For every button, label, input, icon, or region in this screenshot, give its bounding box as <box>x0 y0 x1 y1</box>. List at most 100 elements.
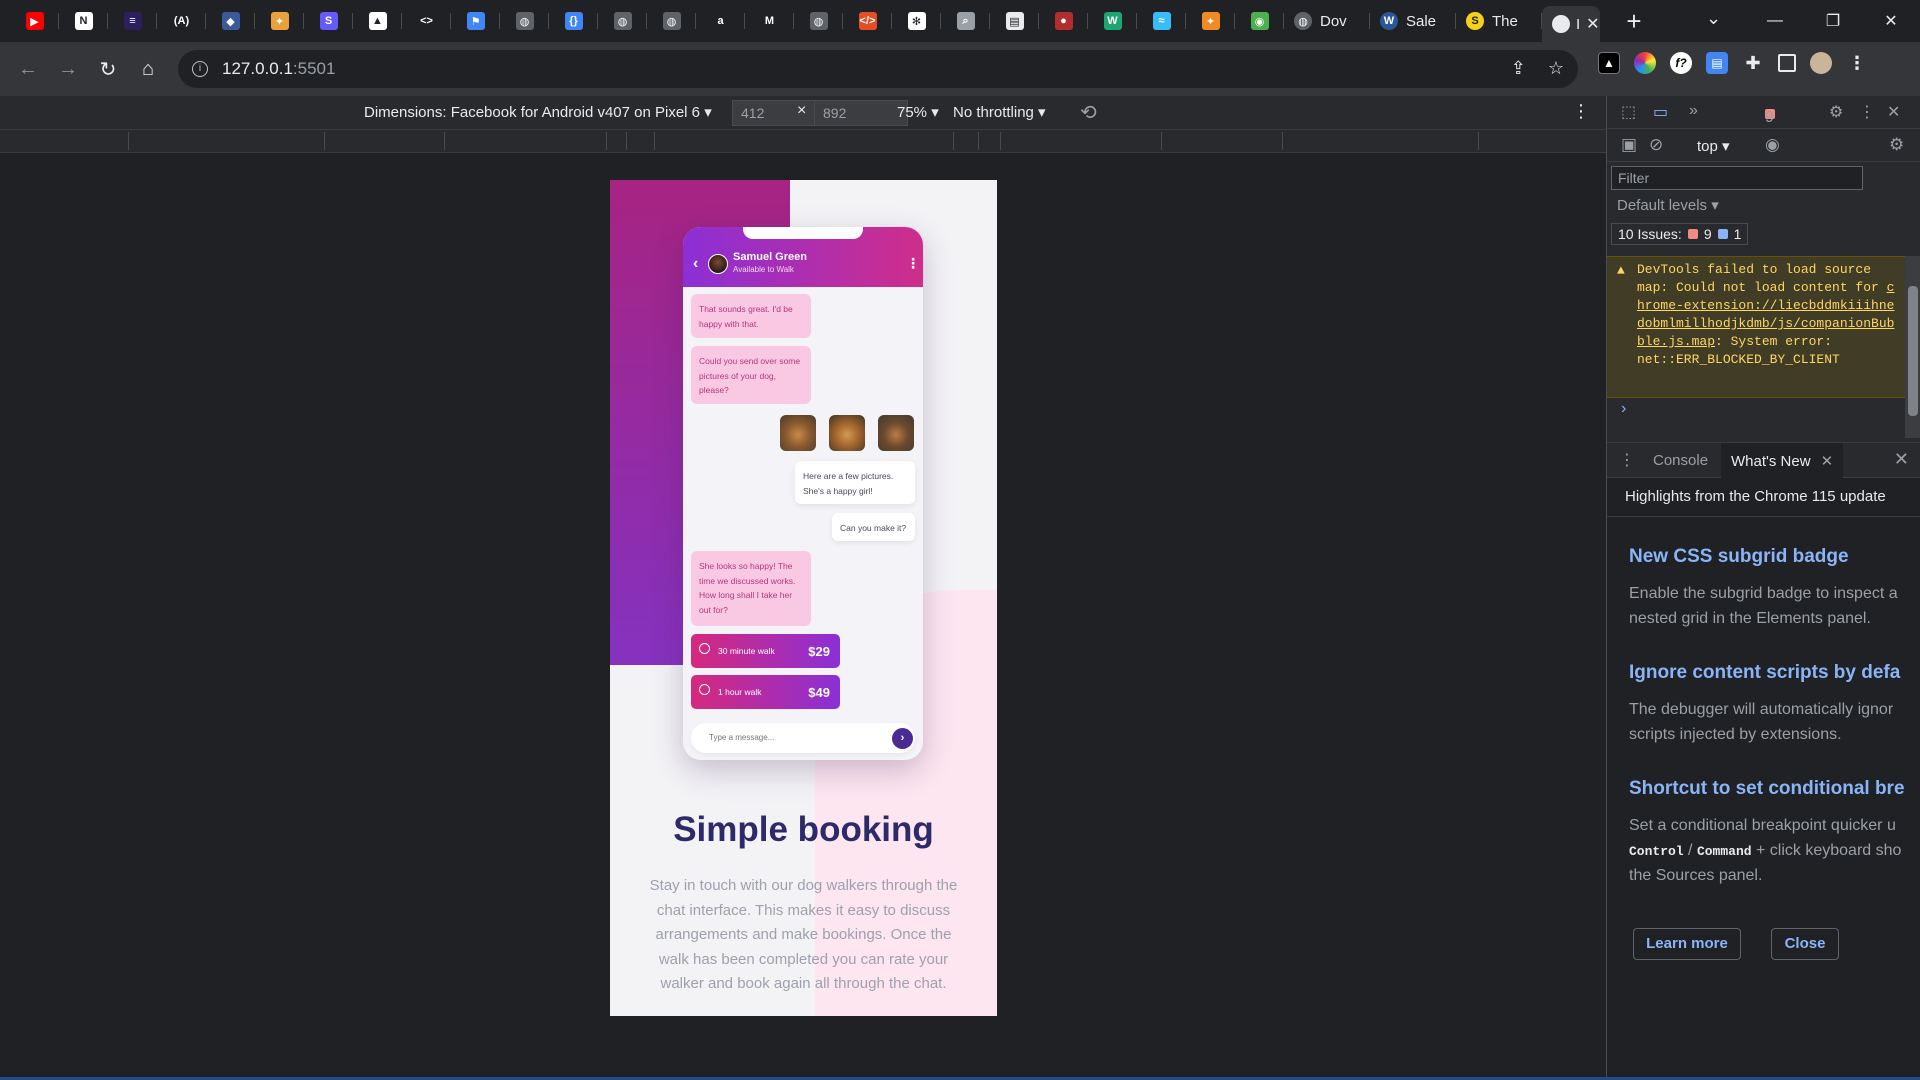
walk-option-1-hour[interactable]: 1 hour walk $49 <box>691 675 840 709</box>
share-icon[interactable]: ⇪ <box>1511 58 1526 79</box>
feature-heading[interactable]: Ignore content scripts by defa <box>1629 662 1900 684</box>
drawer-close-icon[interactable]: ✕ <box>1894 449 1909 470</box>
reload-icon[interactable]: ↻ <box>88 49 128 89</box>
browser-tab[interactable]: ◉ <box>1235 0 1284 42</box>
puzzle-extensions-icon[interactable]: ✚ <box>1742 52 1764 74</box>
browser-tab[interactable]: ⌕ <box>941 0 990 42</box>
feature-heading[interactable]: Shortcut to set conditional bre <box>1629 778 1905 800</box>
browser-tab[interactable]: a <box>696 0 745 42</box>
browser-tab[interactable]: S The <box>1456 0 1542 42</box>
browser-tab[interactable]: ▲ <box>353 0 402 42</box>
close-tab-icon[interactable]: ✕ <box>1821 453 1834 470</box>
browser-menu-icon[interactable]: ⋮ <box>1846 52 1868 74</box>
live-expression-eye-icon[interactable]: ◉ <box>1765 135 1780 155</box>
new-tab-button[interactable]: + <box>1614 6 1654 37</box>
browser-tab[interactable]: W <box>1088 0 1137 42</box>
throttling-select[interactable]: No throttling ▾ <box>953 103 1046 121</box>
inspect-element-icon[interactable]: ⬚ <box>1621 102 1636 122</box>
browser-tab[interactable]: (A) <box>157 0 206 42</box>
device-toggle-icon[interactable]: ▭ <box>1653 102 1668 122</box>
device-toolbar-more-icon[interactable]: ⋮ <box>1572 101 1590 122</box>
site-info-icon[interactable]: i <box>192 61 208 77</box>
learn-more-button[interactable]: Learn more <box>1633 928 1741 960</box>
drawer-menu-icon[interactable]: ⋮ <box>1619 450 1635 470</box>
clipboard-extension-icon[interactable]: ▤ <box>1706 52 1728 74</box>
chevron-left-icon[interactable]: ‹ <box>693 255 698 273</box>
browser-tab[interactable]: ◍ Dov <box>1284 0 1370 42</box>
zoom-select[interactable]: 75% ▾ <box>897 103 939 121</box>
device-width-input[interactable]: 412 <box>732 100 826 126</box>
tab-search-chevron-icon[interactable]: ⌄ <box>1706 8 1721 29</box>
console-prompt-chevron-icon[interactable]: › <box>1621 400 1626 418</box>
rotate-icon[interactable]: ⟲ <box>1080 100 1097 125</box>
browser-tab[interactable]: {} <box>549 0 598 42</box>
device-height-input[interactable]: 892 <box>814 100 908 126</box>
tab-whats-new[interactable]: What's New ✕ <box>1721 443 1844 478</box>
dog-photo[interactable] <box>780 415 816 451</box>
browser-tab[interactable]: ⚑ <box>451 0 500 42</box>
browser-tab[interactable]: ✻ <box>892 0 941 42</box>
console-scrollbar[interactable] <box>1905 256 1920 438</box>
walk-option-30-minute[interactable]: 30 minute walk $29 <box>691 634 840 668</box>
more-vertical-icon[interactable]: ⋮ <box>906 255 920 272</box>
browser-tab[interactable]: W Sale <box>1370 0 1456 42</box>
close-button[interactable]: Close <box>1771 928 1839 960</box>
active-tab[interactable]: I ✕ <box>1542 6 1600 42</box>
browser-tab[interactable]: ◆ <box>206 0 255 42</box>
dog-photo[interactable] <box>829 415 865 451</box>
tab-close-icon[interactable]: ✕ <box>1586 14 1599 34</box>
browser-tab[interactable]: ≡ <box>108 0 157 42</box>
browser-tab[interactable]: ▶ <box>10 0 59 42</box>
restore-icon[interactable]: ❐ <box>1804 11 1862 31</box>
browser-tab[interactable]: ≈ <box>1137 0 1186 42</box>
forward-arrow-icon[interactable]: → <box>48 49 88 89</box>
console-settings-icon[interactable]: ⚙ <box>1889 135 1904 155</box>
browser-tab[interactable]: ◍ <box>500 0 549 42</box>
issues-counter[interactable]: 10 Issues: 9 1 <box>1611 223 1749 245</box>
minimize-icon[interactable]: — <box>1746 12 1804 30</box>
address-bar[interactable]: i 127.0.0.1:5501 ⇪ ☆ <box>178 50 1578 88</box>
home-icon[interactable]: ⌂ <box>128 49 168 89</box>
color-picker-extension-icon[interactable] <box>1634 52 1656 74</box>
browser-tab[interactable]: <> <box>402 0 451 42</box>
browser-tab[interactable]: </> <box>843 0 892 42</box>
codepen-a-icon: (A) <box>172 12 191 30</box>
media-query-ruler[interactable] <box>0 129 1606 153</box>
side-panel-icon[interactable] <box>1778 54 1796 72</box>
browser-tab[interactable]: ● <box>1039 0 1088 42</box>
browser-tab[interactable]: ✦ <box>255 0 304 42</box>
send-button[interactable]: › <box>892 728 913 749</box>
back-arrow-icon[interactable]: ← <box>8 49 48 89</box>
browser-tab[interactable]: M <box>745 0 794 42</box>
profile-avatar[interactable] <box>1810 52 1832 74</box>
bookmark-star-icon[interactable]: ☆ <box>1548 58 1564 79</box>
feature-heading[interactable]: New CSS subgrid badge <box>1629 546 1849 568</box>
context-select[interactable]: top ▾ <box>1697 137 1730 155</box>
log-levels-select[interactable]: Default levels ▾ <box>1617 196 1719 214</box>
devtools-settings-icon[interactable]: ⚙ <box>1829 102 1843 122</box>
browser-tab[interactable]: N <box>59 0 108 42</box>
close-window-icon[interactable]: ✕ <box>1862 11 1920 31</box>
magnifier-icon: ⌕ <box>956 12 975 30</box>
device-select[interactable]: Dimensions: Facebook for Android v407 on… <box>364 103 712 121</box>
browser-tab[interactable]: ✦ <box>1186 0 1235 42</box>
devtools-close-icon[interactable]: ✕ <box>1887 102 1900 122</box>
browser-tab[interactable]: ◍ <box>598 0 647 42</box>
vercel-extension-icon[interactable]: ▲ <box>1598 52 1620 74</box>
sidebar-toggle-icon[interactable]: ▣ <box>1621 135 1637 155</box>
dog-photo[interactable] <box>878 415 914 451</box>
browser-tab[interactable]: ◍ <box>794 0 843 42</box>
notion-icon: N <box>74 12 93 30</box>
more-tabs-chevron-icon[interactable]: » <box>1689 102 1698 120</box>
clear-console-icon[interactable]: ⊘ <box>1649 135 1663 155</box>
console-filter-input[interactable]: Filter <box>1611 166 1863 190</box>
tab-console[interactable]: Console <box>1653 452 1708 469</box>
devtools-menu-icon[interactable]: ⋮ <box>1859 102 1875 122</box>
browser-tab[interactable]: ▤ <box>990 0 1039 42</box>
browser-tab[interactable]: S <box>304 0 353 42</box>
warning-text: DevTools failed to load source map: Coul… <box>1637 262 1887 295</box>
browser-tab[interactable]: ◍ <box>647 0 696 42</box>
message-input[interactable] <box>709 733 869 742</box>
font-extension-icon[interactable]: f? <box>1670 52 1692 74</box>
chat-message-incoming: That sounds great. I'd be happy with tha… <box>691 294 811 338</box>
